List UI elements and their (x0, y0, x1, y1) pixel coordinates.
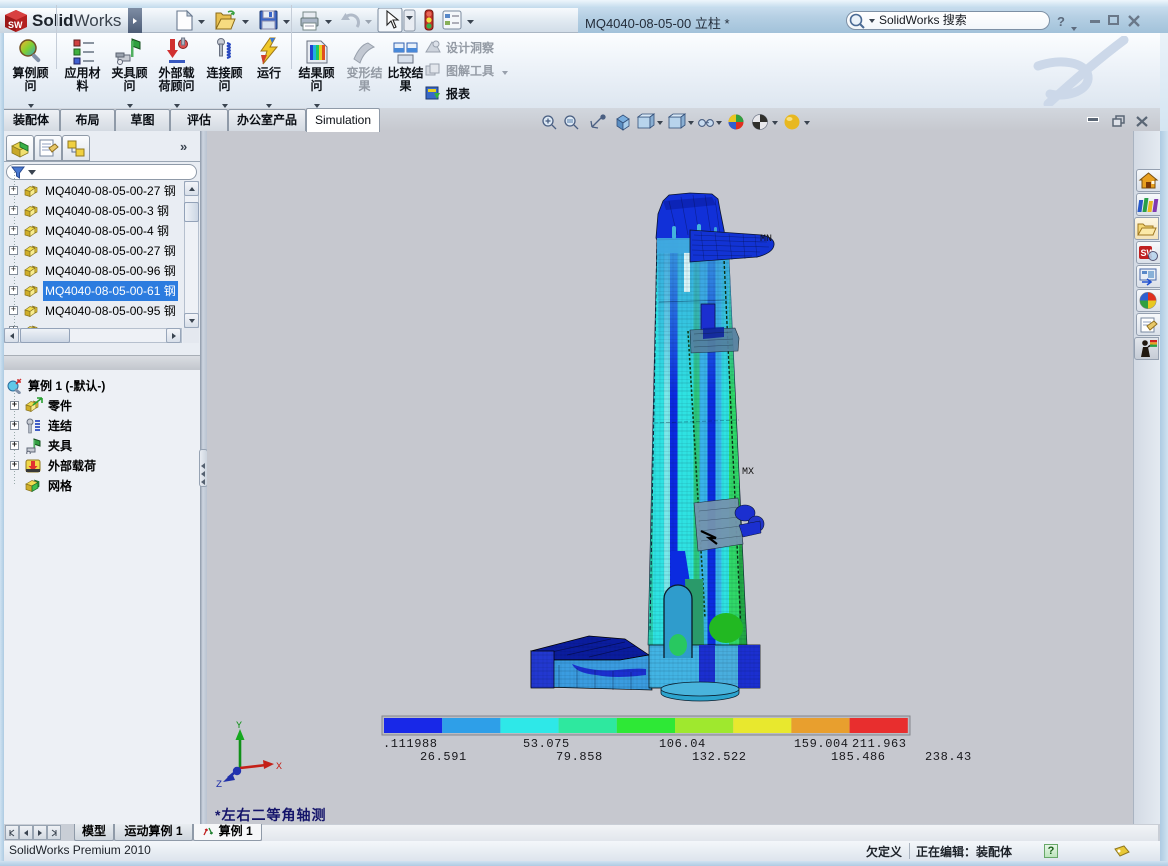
svg-text:.111988: .111988 (383, 737, 438, 751)
svg-text:MN: MN (760, 234, 772, 245)
svg-text:53.075: 53.075 (523, 737, 570, 751)
svg-text:X: X (276, 762, 282, 773)
svg-text:159.004: 159.004 (794, 737, 849, 751)
svg-text:238.43: 238.43 (925, 750, 972, 764)
svg-text:Y: Y (236, 721, 242, 732)
svg-text:26.591: 26.591 (420, 750, 467, 764)
svg-text:SW: SW (8, 20, 23, 30)
svg-text:185.486: 185.486 (831, 750, 886, 764)
svg-text:79.858: 79.858 (556, 750, 603, 764)
svg-text:106.04: 106.04 (659, 737, 706, 751)
svg-text:MX: MX (742, 467, 754, 478)
svg-text:132.522: 132.522 (692, 750, 747, 764)
svg-text:211.963: 211.963 (852, 737, 907, 751)
svg-text:Z: Z (216, 780, 222, 791)
